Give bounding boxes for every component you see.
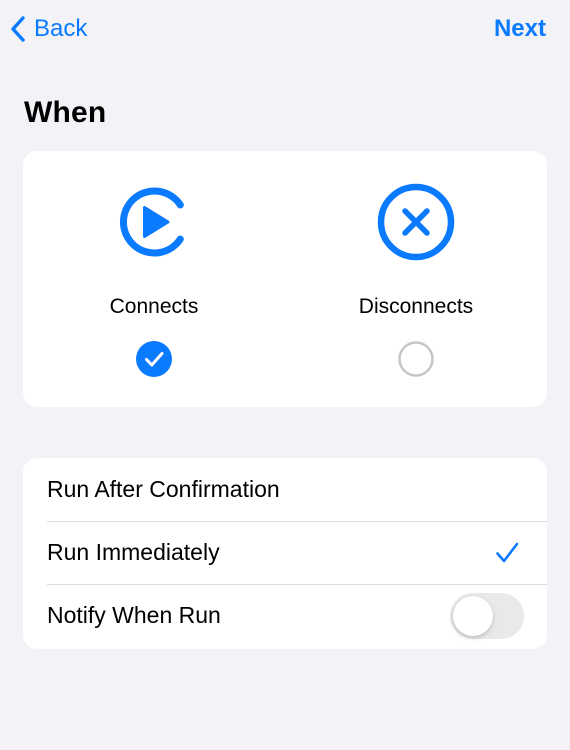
row-notify-when-run[interactable]: Notify When Run [23,584,547,647]
chevron-left-icon [11,16,25,42]
notify-toggle[interactable] [450,592,524,639]
empty-circle-icon [398,341,434,377]
play-circle-icon [113,181,195,263]
row-label: Notify When Run [47,602,221,628]
run-options-list: Run After Confirmation Run Immediately N… [23,458,547,649]
row-run-after-confirmation[interactable]: Run After Confirmation [23,458,547,521]
back-label: Back [34,15,88,42]
trigger-option-connects[interactable]: Connects [23,151,285,407]
checkmark-circle-icon [136,341,172,377]
trigger-card: Connects Disconnects [23,151,547,407]
page-title: When [24,96,107,129]
trigger-label-connects: Connects [109,295,199,318]
checkmark-icon [495,541,519,565]
trigger-option-disconnects[interactable]: Disconnects [285,151,547,407]
radio-unselected[interactable] [398,341,434,377]
row-run-immediately[interactable]: Run Immediately [23,521,547,584]
radio-selected[interactable] [136,341,172,377]
trigger-label-disconnects: Disconnects [358,295,474,318]
row-label: Run After Confirmation [47,476,280,502]
next-button[interactable]: Next [494,12,546,46]
navigation-bar: Back Next [0,0,570,60]
x-circle-icon [375,181,457,263]
back-button[interactable]: Back [10,12,87,46]
toggle-knob [453,595,493,636]
row-label: Run Immediately [47,539,220,565]
